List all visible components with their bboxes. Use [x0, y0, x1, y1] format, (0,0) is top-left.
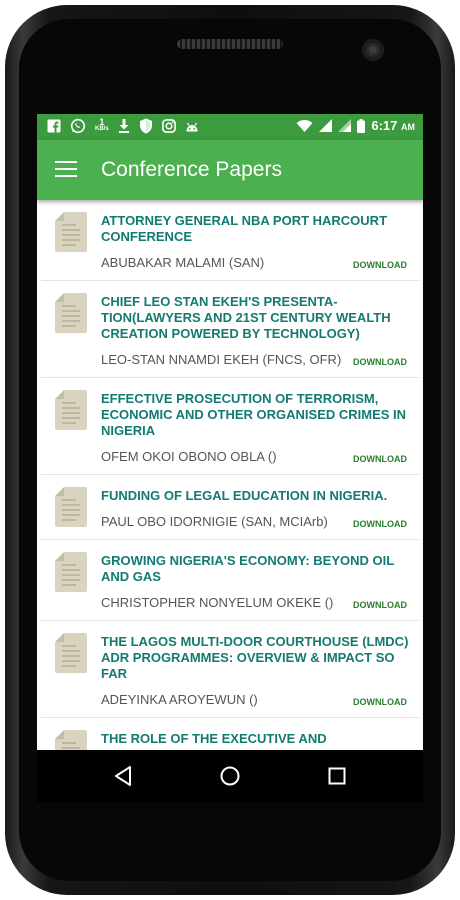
papers-list[interactable]: ATTORNEY GENERAL NBA PORT HARCOURT CONFER…	[37, 200, 423, 750]
recents-icon[interactable]	[322, 761, 352, 791]
app-bar: Conference Papers	[37, 140, 423, 200]
list-item[interactable]: EFFECTIVE PROSECUTION OF TERRORISM, ECONO…	[41, 378, 419, 475]
document-icon	[55, 293, 87, 333]
list-item[interactable]: THE LAGOS MULTI-DOOR COURTHOUSE (LMDC) AD…	[41, 621, 419, 718]
facebook-icon	[47, 119, 61, 133]
page-title: Conference Papers	[101, 158, 282, 181]
download-button[interactable]: DOWNLOAD	[353, 357, 407, 367]
download-button[interactable]: DOWNLOAD	[353, 697, 407, 707]
paper-title-line: GROWING NIGERIA'S ECONOMY: BEYOND OIL	[101, 553, 395, 568]
paper-title-line: ECONOMIC AND OTHER ORGANISED CRIMES IN	[101, 407, 407, 422]
download-button[interactable]: DOWNLOAD	[353, 600, 407, 610]
paper-title-line: FAR	[101, 666, 127, 681]
paper-title[interactable]: ATTORNEY GENERAL NBA PORT HARCOURT CONFER…	[101, 213, 419, 245]
paper-title-line: CREATION POWERED BY TECHNOLOGY)	[101, 326, 360, 341]
paper-title-line: EFFECTIVE PROSECUTION OF TERRORISM,	[101, 391, 379, 406]
document-icon	[55, 633, 87, 673]
download-button[interactable]: DOWNLOAD	[353, 519, 407, 529]
home-icon[interactable]	[215, 761, 245, 791]
paper-author: LEO-STAN NNAMDI EKEH (FNCS, OFR)	[101, 352, 342, 367]
list-item[interactable]: CHIEF LEO STAN EKEH'S PRESENTA- TION(LAWY…	[41, 281, 419, 378]
paper-title[interactable]: THE LAGOS MULTI-DOOR COURTHOUSE (LMDC) AD…	[101, 634, 419, 682]
paper-title[interactable]: CHIEF LEO STAN EKEH'S PRESENTA- TION(LAWY…	[101, 294, 419, 342]
list-item[interactable]: FUNDING OF LEGAL EDUCATION IN NIGERIA. PA…	[41, 475, 419, 540]
screen: 1 KB/s 6:17 AM Conference Papers ATTORNEY…	[37, 114, 423, 802]
wifi-icon	[296, 120, 313, 132]
paper-title-line: ADR PROGRAMMES: OVERVIEW & IMPACT SO	[101, 650, 395, 665]
paper-author: ABUBAKAR MALAMI (SAN)	[101, 255, 265, 270]
document-icon	[55, 487, 87, 527]
paper-title[interactable]: GROWING NIGERIA'S ECONOMY: BEYOND OIL AND…	[101, 553, 419, 585]
paper-title-line: FUNDING OF LEGAL EDUCATION IN NIGERIA.	[101, 488, 388, 503]
navigation-bar	[37, 750, 423, 802]
paper-title[interactable]: FUNDING OF LEGAL EDUCATION IN NIGERIA.	[101, 488, 419, 504]
signal-icon	[338, 119, 352, 132]
status-bar: 1 KB/s 6:17 AM	[37, 114, 423, 140]
back-icon[interactable]	[108, 761, 138, 791]
document-icon	[55, 212, 87, 252]
menu-icon[interactable]	[55, 161, 77, 179]
paper-title-line: THE ROLE OF THE EXECUTIVE AND	[101, 731, 327, 746]
document-icon	[55, 730, 87, 750]
download-button[interactable]: DOWNLOAD	[353, 454, 407, 464]
list-item[interactable]: ATTORNEY GENERAL NBA PORT HARCOURT CONFER…	[41, 200, 419, 281]
paper-title-line: CHIEF LEO STAN EKEH'S PRESENTA-	[101, 294, 338, 309]
paper-author: CHRISTOPHER NONYELUM OKEKE ()	[101, 595, 334, 610]
instagram-icon	[161, 119, 176, 133]
paper-title-line: THE LAGOS MULTI-DOOR COURTHOUSE (LMDC)	[101, 634, 409, 649]
list-item[interactable]: GROWING NIGERIA'S ECONOMY: BEYOND OIL AND…	[41, 540, 419, 621]
paper-title-line: CONFERENCE	[101, 229, 193, 244]
download-icon	[118, 119, 129, 133]
document-icon	[55, 390, 87, 430]
signal-icon	[319, 119, 333, 132]
front-camera	[362, 39, 384, 61]
android-icon	[186, 122, 198, 132]
download-button[interactable]: DOWNLOAD	[353, 260, 407, 270]
battery-icon	[357, 118, 366, 133]
paper-author: OFEM OKOI OBONO OBLA ()	[101, 449, 277, 464]
paper-author: PAUL OBO IDORNIGIE (SAN, MCIArb)	[101, 514, 328, 529]
status-time: 6:17 AM	[371, 118, 415, 133]
paper-title-line: ATTORNEY GENERAL NBA PORT HARCOURT	[101, 213, 388, 228]
whatsapp-icon	[70, 118, 86, 134]
paper-title[interactable]: EFFECTIVE PROSECUTION OF TERRORISM, ECONO…	[101, 391, 419, 439]
data-rate-indicator: 1 KB/s	[95, 117, 109, 133]
earpiece-speaker	[177, 39, 283, 49]
paper-author: ADEYINKA AROYEWUN ()	[101, 692, 258, 707]
paper-title-line: AND GAS	[101, 569, 161, 584]
document-icon	[55, 552, 87, 592]
shield-icon	[139, 118, 152, 134]
paper-title[interactable]: THE ROLE OF THE EXECUTIVE ANDLEGISLATURE…	[101, 731, 419, 750]
list-item[interactable]: THE ROLE OF THE EXECUTIVE ANDLEGISLATURE…	[41, 718, 419, 750]
paper-title-line: NIGERIA	[101, 423, 156, 438]
paper-title-line: TION(LAWYERS AND 21ST CENTURY WEALTH	[101, 310, 391, 325]
